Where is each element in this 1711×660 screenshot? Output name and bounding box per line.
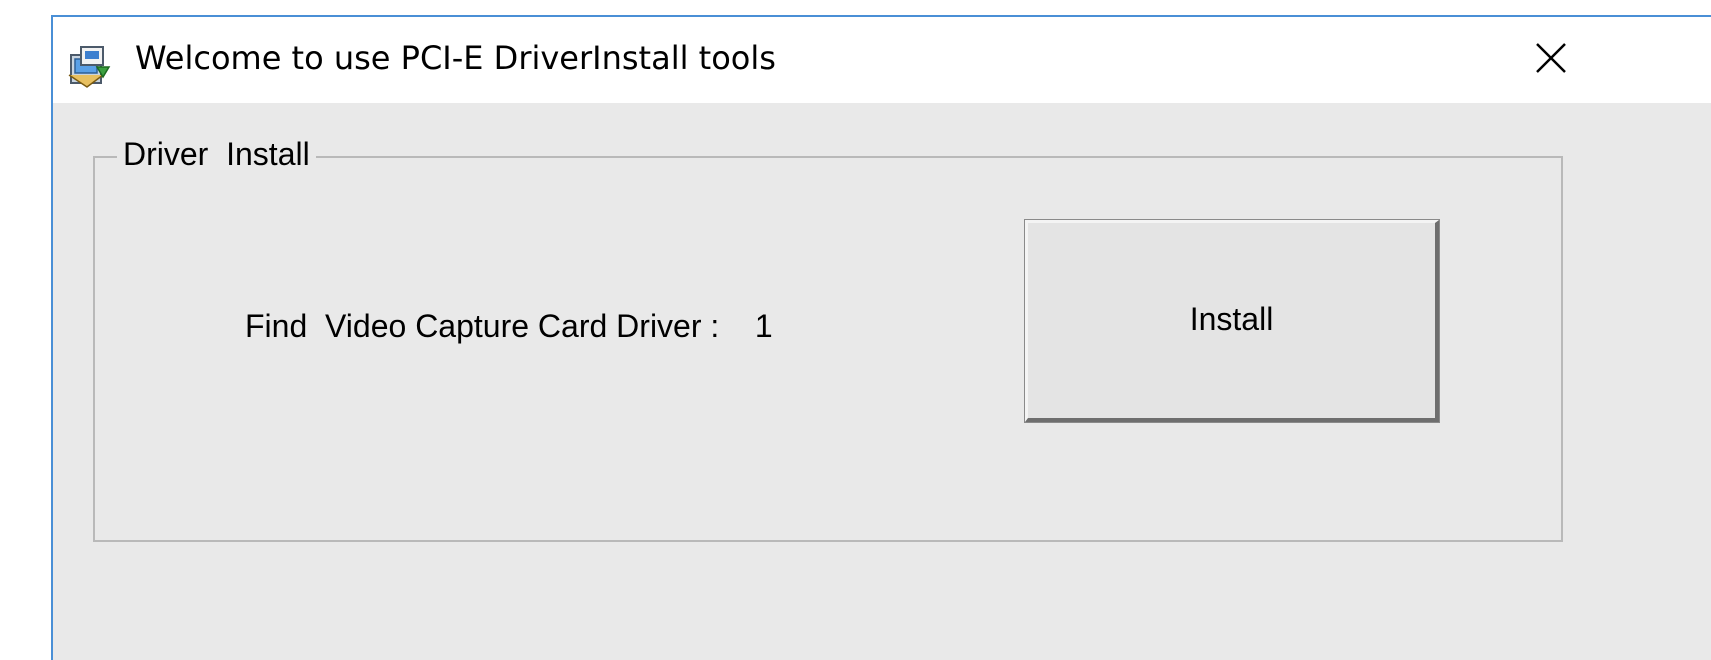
installer-window: Welcome to use PCI-E DriverInstall tools… (51, 15, 1711, 660)
driver-count-label: Find Video Capture Card Driver : 1 (245, 308, 773, 344)
group-legend: Driver Install (117, 136, 316, 173)
title-bar[interactable]: Welcome to use PCI-E DriverInstall tools (53, 17, 1711, 103)
window-title: Welcome to use PCI-E DriverInstall tools (135, 39, 776, 77)
driver-install-group: Driver Install Find Video Capture Card D… (93, 136, 1563, 542)
install-button[interactable]: Install (1024, 219, 1440, 423)
close-icon (1533, 40, 1569, 81)
close-button[interactable] (1521, 35, 1581, 85)
installer-icon (67, 45, 111, 89)
